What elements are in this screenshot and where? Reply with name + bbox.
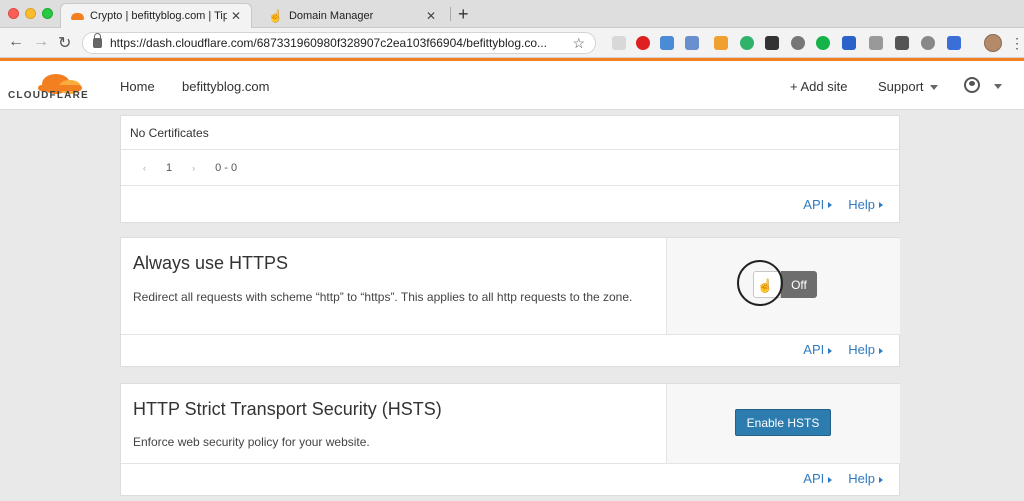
tab-title: Domain Manager <box>288 9 374 22</box>
logo-wordmark: CLOUDFLARE <box>8 90 89 101</box>
chevron-down-icon <box>929 85 938 91</box>
chevron-right-icon <box>879 476 883 483</box>
extension-icon[interactable] <box>765 36 779 50</box>
cloudflare-header: CLOUDFLARE Home befittyblog.com + Add si… <box>0 61 1024 110</box>
browser-tab-strip: Crypto | befittyblog.com | Tips ✕ ☝ Doma… <box>0 0 1024 28</box>
iq-extension-icon[interactable] <box>947 36 961 50</box>
add-site-button[interactable]: + Add site <box>790 79 847 94</box>
nav-home[interactable]: Home <box>120 79 155 94</box>
api-label: API <box>803 342 825 357</box>
toggle-state-label: Off <box>781 271 817 298</box>
help-label: Help <box>848 471 875 486</box>
tab-crypto[interactable]: Crypto | befittyblog.com | Tips ✕ <box>60 3 252 28</box>
extension-icon[interactable] <box>612 36 626 50</box>
api-label: API <box>803 471 825 486</box>
hand-favicon-icon: ☝ <box>268 8 283 23</box>
grammarly-icon[interactable] <box>816 36 830 50</box>
help-link[interactable]: Help <box>848 342 883 357</box>
pagination: ‹ 1 › 0 - 0 <box>121 150 899 186</box>
puzzle-extension-icon[interactable] <box>842 36 856 50</box>
user-icon[interactable] <box>964 77 980 93</box>
address-bar[interactable]: https://dash.cloudflare.com/687331960980… <box>82 32 596 54</box>
no-certificates-label: No Certificates <box>130 125 209 140</box>
new-tab-button[interactable]: + <box>458 4 469 25</box>
chevron-right-icon <box>828 202 833 209</box>
next-page-icon[interactable]: › <box>192 163 195 173</box>
card-footer-links: API Help <box>803 186 899 222</box>
api-link[interactable]: API <box>803 342 833 357</box>
extension-icon[interactable] <box>921 36 935 50</box>
extension-icon[interactable] <box>714 36 728 50</box>
feature-title: HTTP Strict Transport Security (HSTS) <box>133 399 442 419</box>
feature-description: Redirect all requests with scheme “http”… <box>133 290 633 304</box>
feature-title: Always use HTTPS <box>133 253 289 273</box>
chevron-right-icon <box>879 347 883 354</box>
reload-icon[interactable]: ↻ <box>58 33 71 53</box>
back-arrow-icon[interactable]: ← <box>8 33 24 51</box>
forward-arrow-icon[interactable]: → <box>33 33 49 51</box>
help-link[interactable]: Help <box>848 471 883 486</box>
no-certificates-row: No Certificates <box>121 116 899 150</box>
chevron-right-icon <box>828 476 833 483</box>
browser-menu-icon[interactable]: ⋮ <box>1010 35 1024 52</box>
help-label: Help <box>848 196 875 212</box>
extension-icon[interactable] <box>895 36 909 50</box>
browser-toolbar: ← → ↻ https://dash.cloudflare.com/687331… <box>0 28 1024 58</box>
camera-extension-icon[interactable] <box>869 36 883 50</box>
extension-icon[interactable] <box>660 36 674 50</box>
extension-icon[interactable] <box>740 36 754 50</box>
feature-control: Enable HSTS <box>667 384 900 464</box>
help-link[interactable]: Help <box>848 197 883 212</box>
close-window-button[interactable] <box>8 8 19 19</box>
card-footer-links: API Help <box>803 333 899 366</box>
opera-extension-icon[interactable] <box>636 36 650 50</box>
support-label: Support <box>878 79 924 94</box>
tab-domain-manager[interactable]: ☝ Domain Manager ✕ <box>258 3 446 28</box>
api-label: API <box>803 196 825 212</box>
enable-hsts-button[interactable]: Enable HSTS <box>735 409 831 436</box>
maximize-window-button[interactable] <box>42 8 53 19</box>
chevron-right-icon <box>828 347 833 354</box>
tab-separator <box>450 7 451 21</box>
profile-avatar-icon[interactable] <box>984 34 1002 52</box>
feature-main: Always use HTTPS Redirect all requests w… <box>121 238 667 335</box>
url-text: https://dash.cloudflare.com/687331960980… <box>110 36 547 50</box>
feature-main: HTTP Strict Transport Security (HSTS) En… <box>121 384 667 464</box>
chevron-right-icon <box>879 202 883 209</box>
certificates-card: No Certificates ‹ 1 › 0 - 0 API Help <box>120 115 900 223</box>
api-link[interactable]: API <box>803 471 833 486</box>
feature-description: Enforce web security policy for your web… <box>133 435 370 449</box>
hsts-card: HTTP Strict Transport Security (HSTS) En… <box>120 383 900 496</box>
page-number[interactable]: 1 <box>166 162 172 174</box>
lock-icon <box>93 33 102 48</box>
hand-cursor-icon: ☝ <box>757 278 774 293</box>
api-link[interactable]: API <box>803 196 833 212</box>
bookmark-star-icon[interactable]: ☆ <box>572 35 585 52</box>
feature-control: Off ☝ <box>667 238 900 335</box>
nav-domain[interactable]: befittyblog.com <box>182 79 269 94</box>
extension-icon[interactable] <box>685 36 699 50</box>
close-tab-icon[interactable]: ✕ <box>426 9 436 23</box>
page-range: 0 - 0 <box>215 161 238 174</box>
cloudflare-favicon-icon <box>71 12 84 20</box>
chevron-down-icon[interactable] <box>994 84 1002 89</box>
support-menu[interactable]: Support <box>878 79 938 94</box>
tab-title: Crypto | befittyblog.com | Tips <box>90 10 227 22</box>
card-footer-links: API Help <box>803 462 899 495</box>
always-https-card: Always use HTTPS Redirect all requests w… <box>120 237 900 367</box>
help-label: Help <box>848 342 875 357</box>
prev-page-icon[interactable]: ‹ <box>143 163 146 173</box>
extension-icon[interactable] <box>791 36 805 50</box>
close-tab-icon[interactable]: ✕ <box>231 9 241 23</box>
minimize-window-button[interactable] <box>25 8 36 19</box>
